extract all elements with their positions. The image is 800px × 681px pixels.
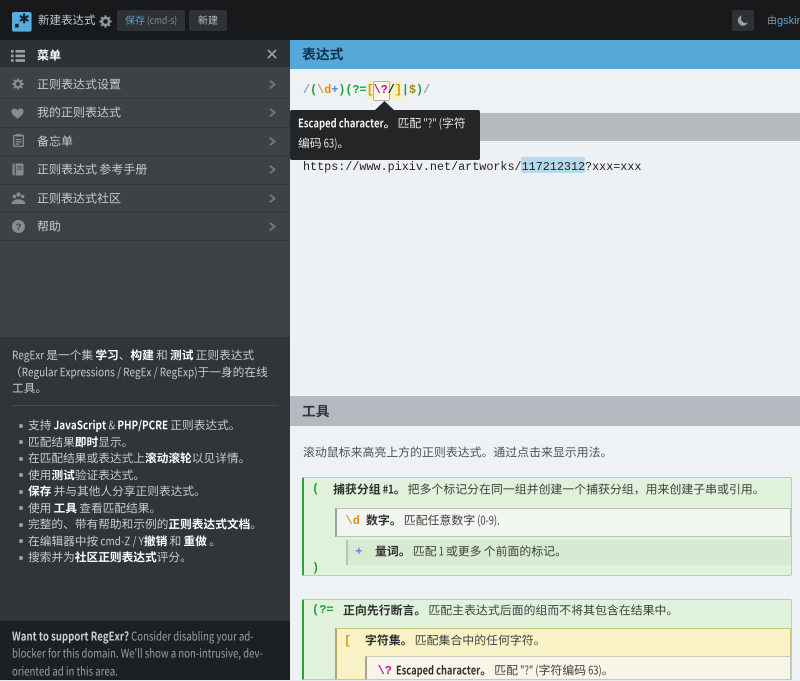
svg-text:?: ? [16,222,22,233]
